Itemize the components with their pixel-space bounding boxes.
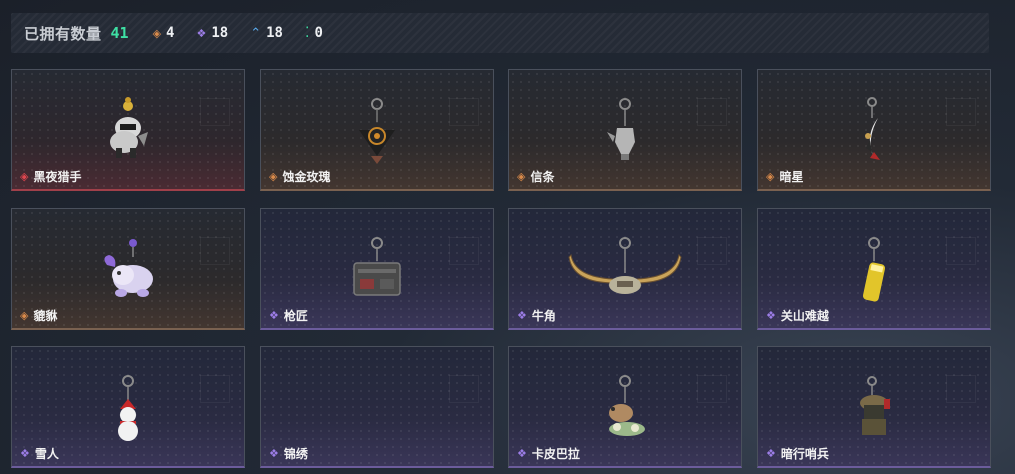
stat-green-count: 0 xyxy=(314,25,323,41)
charm-name-text: 锦绣 xyxy=(283,447,308,461)
purple-diamond-icon: ❖ xyxy=(269,447,279,460)
charm-name: ❖ 暗行哨兵 xyxy=(766,445,829,462)
snowman-charm-image xyxy=(118,375,138,441)
charm-name: ❖ 锦绣 xyxy=(269,445,308,462)
gun-case-charm-image xyxy=(353,237,401,296)
stat-purple-count: 18 xyxy=(211,25,229,41)
charm-name: ◈ 暗星 xyxy=(766,168,803,185)
black-rose-charm-image xyxy=(359,98,395,164)
charm-name: ◈ 信条 xyxy=(517,168,554,185)
charm-card-capybara[interactable]: ❖ 卡皮巴拉 xyxy=(508,346,742,468)
charm-card-ox-horn[interactable]: ❖ 牛角 xyxy=(508,208,742,330)
owned-count-label: 已拥有数量 xyxy=(24,24,102,43)
green-dots-icon: ⁚ xyxy=(304,25,310,41)
charm-name-text: 黑夜猎手 xyxy=(33,170,82,184)
charm-card-creed[interactable]: ◈ 信条 xyxy=(508,69,742,191)
purple-diamond-icon: ❖ xyxy=(766,447,776,460)
white-cat-charm-image xyxy=(110,97,148,158)
charm-card-pixiu[interactable]: ◈ 貔貅 xyxy=(11,208,245,330)
charm-card-gold-rose[interactable]: ◈ 蚀金玫瑰 xyxy=(260,69,494,191)
purple-diamond-icon: ❖ xyxy=(196,26,207,40)
orange-diamond-icon: ◈ xyxy=(269,170,278,183)
charm-card-guanshan[interactable]: ❖ 关山难越 xyxy=(757,208,991,330)
purple-diamond-icon: ❖ xyxy=(517,309,527,322)
owned-count-bar: 已拥有数量 41 ◈ 4 ❖ 18 ⌃ 18 ⁚ 0 xyxy=(11,13,989,53)
silver-eagle-charm-image xyxy=(607,98,635,160)
stat-purple: ❖ 18 xyxy=(196,25,228,41)
yellow-tube-charm-image xyxy=(862,237,886,302)
bull-horn-charm-image xyxy=(568,237,682,294)
orange-diamond-icon: ◈ xyxy=(152,26,162,40)
charm-card-dark-star[interactable]: ◈ 暗星 xyxy=(757,69,991,191)
charm-name: ❖ 枪匠 xyxy=(269,307,308,324)
stat-blue-count: 18 xyxy=(266,25,283,41)
charm-card-dark-sentinel[interactable]: ❖ 暗行哨兵 xyxy=(757,346,991,468)
capybara-charm-image xyxy=(609,375,645,436)
orange-diamond-icon: ◈ xyxy=(517,170,526,183)
blue-chevron-icon: ⌃ xyxy=(250,25,262,41)
charm-name: ❖ 卡皮巴拉 xyxy=(517,445,580,462)
charm-name-text: 牛角 xyxy=(531,309,556,323)
charm-name-text: 信条 xyxy=(530,170,555,184)
owned-count-total: 41 xyxy=(110,24,129,42)
stat-green: ⁚ 0 xyxy=(305,25,323,41)
orange-diamond-icon: ◈ xyxy=(766,170,775,183)
charm-name: ❖ 关山难越 xyxy=(766,307,829,324)
purple-diamond-icon: ❖ xyxy=(766,309,776,322)
purple-diamond-icon: ❖ xyxy=(20,447,30,460)
charm-name: ❖ 雪人 xyxy=(20,445,59,462)
charm-name-text: 暗星 xyxy=(779,170,804,184)
charm-card-jinxiu[interactable]: ❖ 锦绣 xyxy=(260,346,494,468)
purple-lion-charm-image xyxy=(104,239,153,297)
charm-name-text: 卡皮巴拉 xyxy=(531,447,580,461)
purple-diamond-icon: ❖ xyxy=(517,447,527,460)
stat-orange-count: 4 xyxy=(166,25,175,41)
charm-card-gunsmith[interactable]: ❖ 枪匠 xyxy=(260,208,494,330)
charm-name: ◈ 貔貅 xyxy=(20,307,57,324)
stat-orange: ◈ 4 xyxy=(153,25,175,41)
charm-grid: ◈ 黑夜猎手 ◈ 蚀金玫瑰 ◈ 信条 ◈ 暗星 ◈ 貔貅 ❖ 枪匠 ❖ 牛角 ❖… xyxy=(11,69,991,469)
charm-card-snowman[interactable]: ❖ 雪人 xyxy=(11,346,245,468)
stat-blue: ⌃ 18 xyxy=(250,25,283,41)
crescent-blade-charm-image xyxy=(865,97,880,160)
charm-name: ◈ 蚀金玫瑰 xyxy=(269,168,330,185)
charm-name-text: 暗行哨兵 xyxy=(780,447,829,461)
charm-name-text: 关山难越 xyxy=(780,309,829,323)
charm-name-text: 雪人 xyxy=(34,447,59,461)
charm-card-black-night-hunter[interactable]: ◈ 黑夜猎手 xyxy=(11,69,245,191)
charm-name-text: 貔貅 xyxy=(33,309,58,323)
red-diamond-icon: ◈ xyxy=(20,170,29,183)
charm-name: ◈ 黑夜猎手 xyxy=(20,168,81,185)
charm-name: ❖ 牛角 xyxy=(517,307,556,324)
sentinel-soldier-charm-image xyxy=(860,376,890,435)
purple-diamond-icon: ❖ xyxy=(269,309,279,322)
charm-name-text: 枪匠 xyxy=(283,309,308,323)
charm-name-text: 蚀金玫瑰 xyxy=(282,170,331,184)
orange-diamond-icon: ◈ xyxy=(20,309,29,322)
